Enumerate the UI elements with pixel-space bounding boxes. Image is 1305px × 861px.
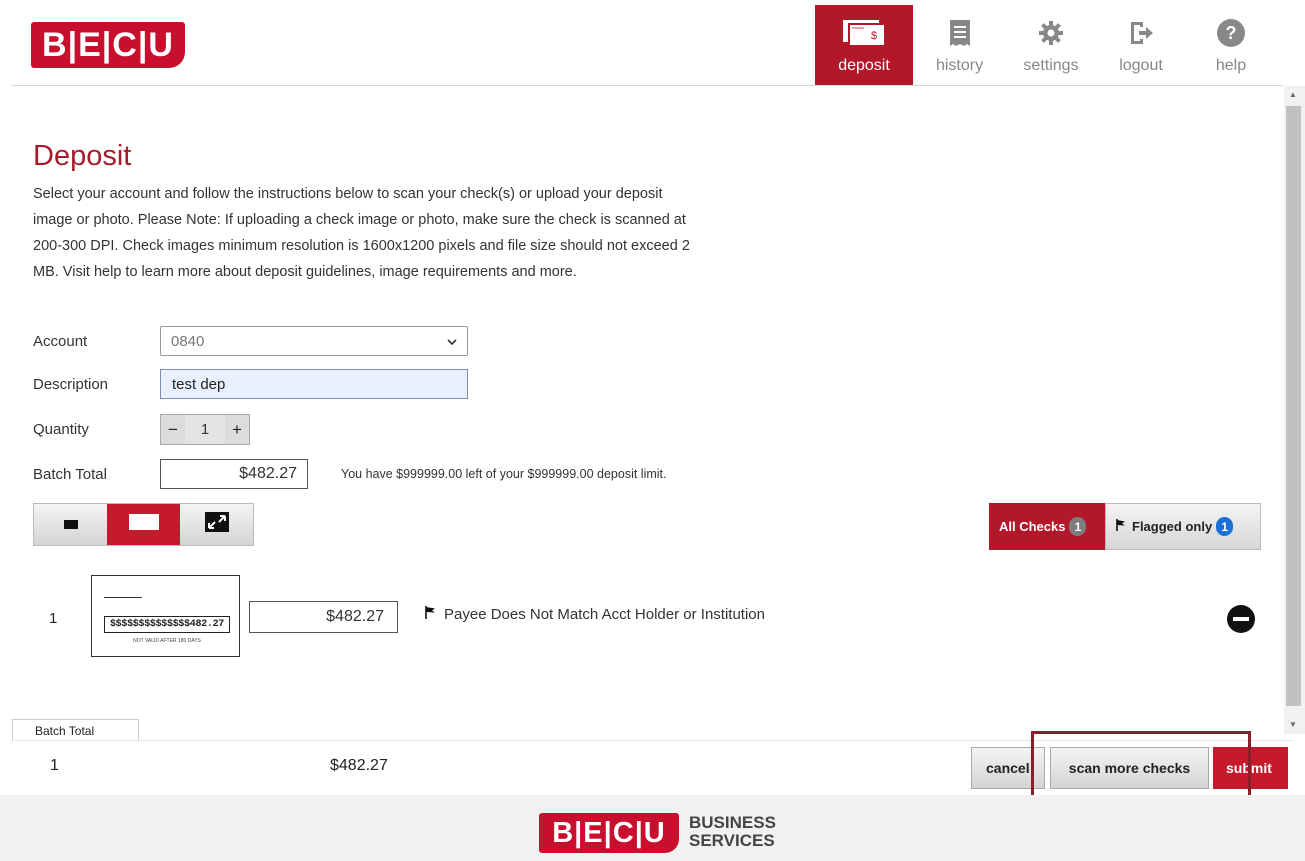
deposit-content: Deposit Select your account and follow t… [33, 140, 1273, 285]
quantity-label: Quantity [33, 421, 89, 438]
intro-text: Select your account and follow the instr… [33, 186, 690, 280]
batch-total-tab: Batch Total [12, 719, 139, 741]
nav-deposit-label: deposit [838, 57, 890, 74]
batch-total-row: Batch Total $482.27 You have $999999.00 … [33, 459, 666, 489]
flagged-count-badge: 1 [1216, 517, 1234, 536]
check-thumbnail-amount: $$$$$$$$$$$$$$482.27 [104, 616, 230, 633]
page: B|E|C|U $ deposit history settings logou… [0, 0, 1305, 861]
receipt-icon [948, 17, 972, 49]
expand-icon [204, 512, 229, 537]
nav-deposit[interactable]: $ deposit [815, 5, 913, 85]
check-deposit-icon: $ [841, 17, 887, 49]
flag-icon [425, 606, 436, 623]
svg-text:?: ? [1226, 23, 1237, 43]
vertical-scrollbar[interactable]: ▲ ▼ [1284, 86, 1305, 734]
header: B|E|C|U $ deposit history settings logou… [0, 0, 1305, 86]
nav-history[interactable]: history [913, 5, 1006, 85]
flagged-only-tab[interactable]: Flagged only 1 [1105, 503, 1261, 550]
check-flag-text: Payee Does Not Match Acct Holder or Inst… [444, 606, 765, 623]
quantity-value[interactable]: 1 [185, 415, 225, 444]
check-filters: All Checks 1 Flagged only 1 [989, 503, 1261, 550]
main-nav: $ deposit history settings logout ? help [815, 5, 1276, 85]
flagged-only-label: Flagged only [1132, 519, 1213, 534]
nav-help-label: help [1215, 57, 1247, 74]
gear-icon [1037, 17, 1065, 49]
all-checks-count-badge: 1 [1069, 517, 1087, 536]
highlight-box [1031, 731, 1251, 800]
account-label: Account [33, 332, 88, 350]
check-amount-input[interactable]: $482.27 [249, 601, 398, 633]
nav-settings[interactable]: settings [1006, 5, 1096, 85]
remove-check-button[interactable] [1227, 605, 1255, 633]
deposit-limit-text: You have $999999.00 left of your $999999… [341, 467, 667, 481]
check-thumbnail-line [104, 597, 142, 598]
account-select-value: 0840 [171, 332, 205, 350]
view-medium-button[interactable] [107, 504, 180, 545]
account-select[interactable]: 0840 [160, 326, 468, 356]
scrollbar-thumb[interactable] [1286, 106, 1301, 706]
all-checks-tab[interactable]: All Checks 1 [989, 503, 1105, 550]
flag-icon [1116, 519, 1126, 534]
logout-icon [1127, 17, 1155, 49]
header-divider [12, 85, 1283, 86]
description-input[interactable]: test dep [160, 369, 468, 399]
check-flag-message: Payee Does Not Match Acct Holder or Inst… [425, 606, 765, 623]
nav-help[interactable]: ? help [1186, 5, 1276, 85]
footer-business-services: BUSINESS SERVICES [689, 814, 776, 850]
account-row: Account 0840 [33, 326, 468, 356]
view-small-button[interactable] [34, 504, 107, 545]
scroll-down-icon[interactable]: ▼ [1289, 720, 1297, 729]
footer-sub-line2: SERVICES [689, 831, 775, 850]
view-toggle [33, 503, 254, 546]
footer-sub-line1: BUSINESS [689, 813, 776, 832]
batch-total-input[interactable]: $482.27 [160, 459, 308, 489]
all-checks-label: All Checks [999, 519, 1066, 534]
chevron-down-icon [447, 333, 457, 350]
view-expand-button[interactable] [180, 504, 253, 545]
svg-text:$: $ [871, 30, 877, 42]
scroll-up-icon[interactable]: ▲ [1289, 90, 1297, 99]
quantity-row: Quantity − 1 + [33, 414, 250, 445]
minus-icon [1233, 617, 1249, 621]
nav-logout-label: logout [1119, 57, 1163, 74]
small-view-icon [63, 516, 78, 534]
check-thumbnail-note: NOT VALID AFTER 180 DAYS [133, 638, 201, 644]
nav-settings-label: settings [1023, 57, 1079, 74]
description-value: test dep [172, 375, 226, 393]
batch-total-amount: $482.27 [330, 757, 388, 774]
check-row-index: 1 [49, 610, 58, 627]
description-label: Description [33, 375, 109, 393]
batch-total-label: Batch Total [33, 465, 107, 483]
nav-logout[interactable]: logout [1096, 5, 1186, 85]
page-title: Deposit [33, 140, 132, 172]
medium-view-icon [128, 514, 159, 535]
help-icon: ? [1216, 17, 1246, 49]
quantity-stepper: − 1 + [160, 414, 250, 445]
quantity-decrement-button[interactable]: − [161, 415, 185, 444]
batch-check-count: 1 [50, 757, 59, 774]
nav-history-label: history [935, 57, 984, 74]
becu-logo: B|E|C|U [31, 22, 185, 68]
quantity-increment-button[interactable]: + [225, 415, 249, 444]
check-thumbnail[interactable]: $$$$$$$$$$$$$$482.27 NOT VALID AFTER 180… [91, 575, 240, 657]
footer-becu-logo: B|E|C|U [539, 813, 679, 853]
check-row: 1 $$$$$$$$$$$$$$482.27 NOT VALID AFTER 1… [0, 575, 1270, 657]
footer: B|E|C|U BUSINESS SERVICES [0, 795, 1305, 861]
description-row: Description test dep [33, 369, 468, 399]
